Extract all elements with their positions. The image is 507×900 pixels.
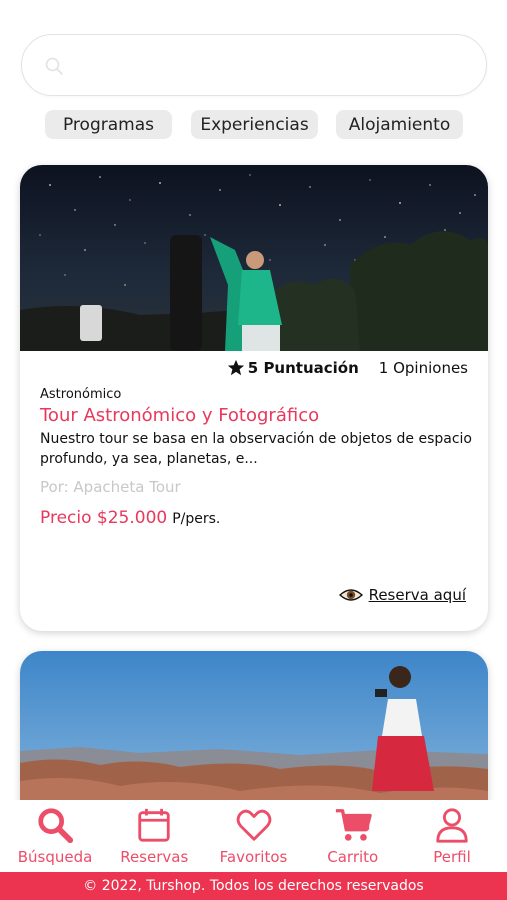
search-input[interactable] [74, 49, 464, 83]
tour-title[interactable]: Tour Astronómico y Fotográfico [40, 405, 319, 426]
nav-item-favoritos[interactable]: Favoritos [209, 800, 299, 872]
tour-category: Astronómico [40, 387, 122, 402]
nav-label: Carrito [327, 848, 379, 866]
nav-label: Búsqueda [17, 848, 93, 866]
filter-chip-alojamiento[interactable]: Alojamiento [336, 110, 463, 139]
eye-icon [338, 589, 363, 601]
filter-chip-experiencias[interactable]: Experiencias [191, 110, 318, 139]
footer-text: © 2022, Turshop. Todos los derechos rese… [83, 878, 424, 894]
search-icon [38, 808, 74, 844]
nav-item-reservas[interactable]: Reservas [109, 800, 199, 872]
calendar-icon [138, 808, 170, 842]
tour-card[interactable]: 5 Puntuación 1 Opiniones Astronómico Tou… [20, 165, 488, 631]
heart-icon [236, 809, 271, 841]
price-unit: P/pers. [172, 511, 221, 527]
reserve-link[interactable]: Reserva aquí [338, 586, 466, 604]
nav-label: Perfil [433, 848, 471, 866]
star-icon [227, 359, 244, 376]
tour-price: Precio $25.000 [40, 508, 168, 528]
tour-description: Nuestro tour se basa en la observación d… [40, 431, 472, 467]
filter-chip-programas[interactable]: Programas [45, 110, 172, 139]
review-count: 1 Opiniones [378, 359, 468, 377]
bottom-nav: Búsqueda Reservas Favoritos Carrito Perf… [0, 800, 507, 872]
nav-label: Reservas [120, 848, 189, 866]
rating-row: 5 Puntuación 1 Opiniones [227, 359, 468, 377]
footer: © 2022, Turshop. Todos los derechos rese… [0, 872, 507, 900]
nav-item-busqueda[interactable]: Búsqueda [10, 800, 100, 872]
reserve-label[interactable]: Reserva aquí [369, 586, 466, 604]
cart-icon [335, 809, 372, 841]
search-bar[interactable] [21, 34, 487, 96]
nav-item-perfil[interactable]: Perfil [407, 800, 497, 872]
tour-provider: Por: Apacheta Tour [40, 478, 181, 496]
search-icon [45, 57, 63, 75]
user-icon [436, 808, 468, 843]
rating-score: 5 Puntuación [247, 359, 359, 377]
price-row: Precio $25.000 P/pers. [40, 508, 220, 528]
nav-label: Favoritos [219, 848, 288, 866]
nav-item-carrito[interactable]: Carrito [308, 800, 398, 872]
tour-card-image [20, 165, 488, 351]
